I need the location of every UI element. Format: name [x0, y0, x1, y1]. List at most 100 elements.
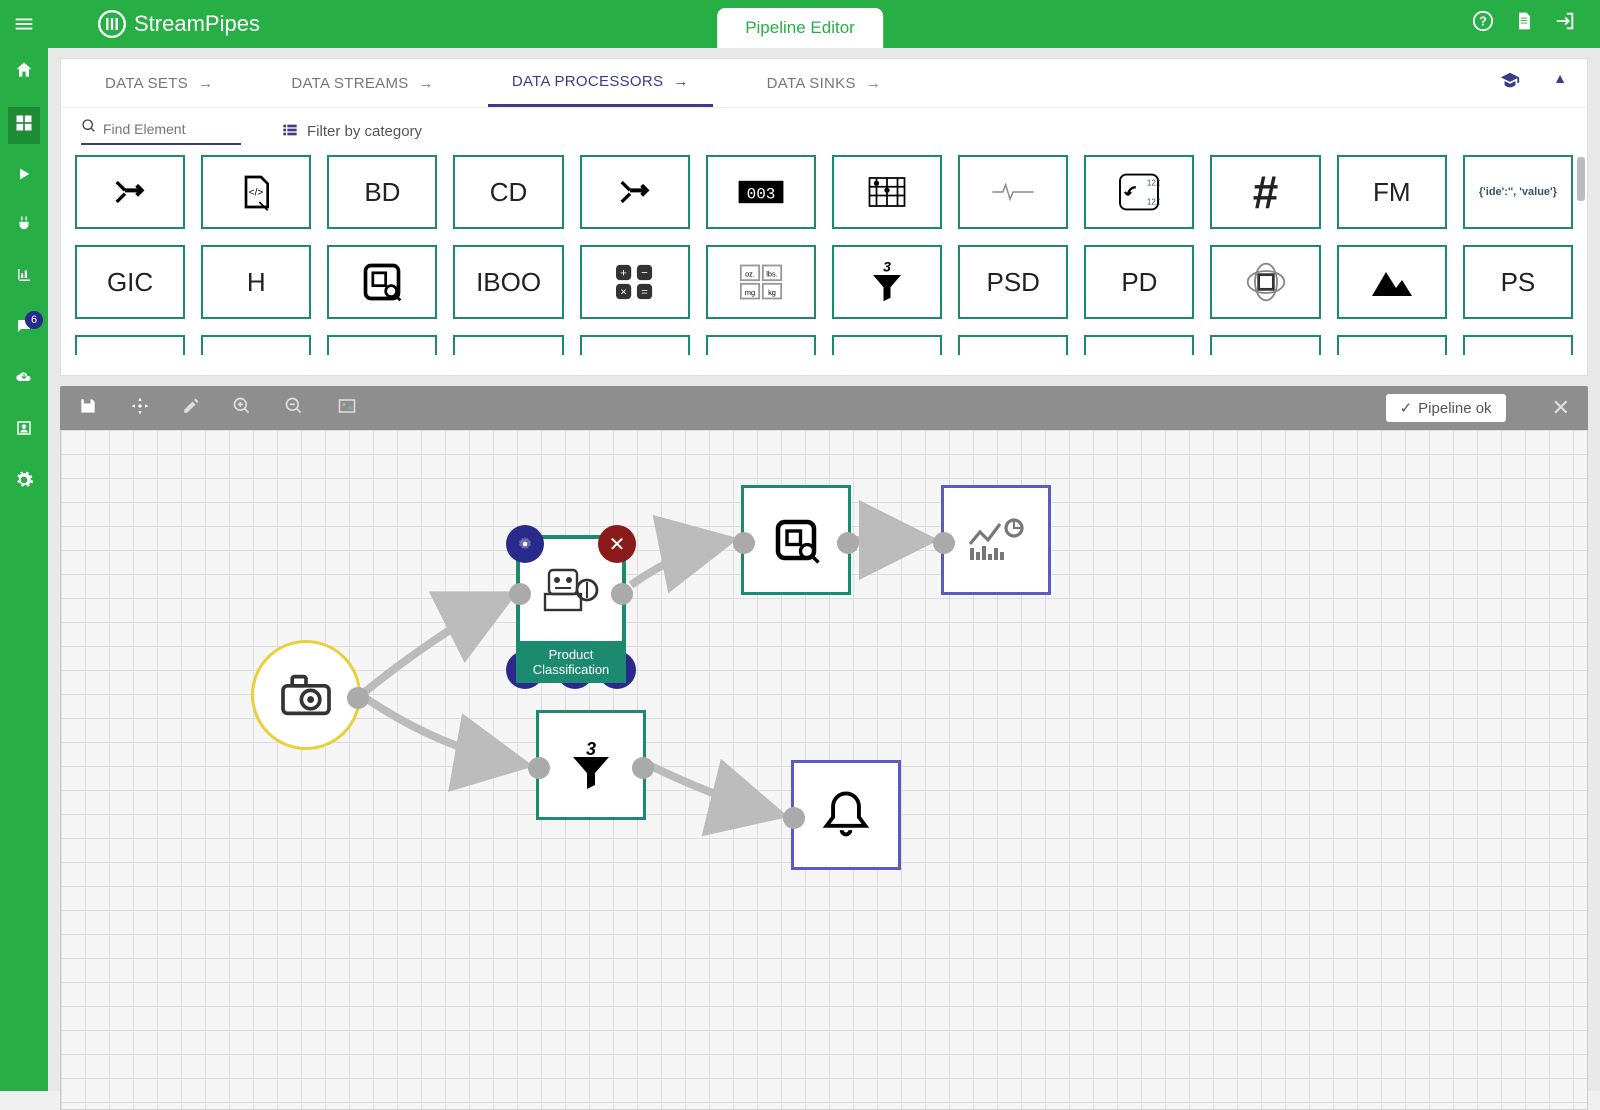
- app-logo: StreamPipes: [98, 10, 260, 38]
- element-tile[interactable]: [958, 335, 1068, 355]
- svg-text:mg: mg: [745, 288, 755, 297]
- element-tile[interactable]: [1210, 245, 1320, 319]
- output-port[interactable]: [347, 687, 369, 709]
- element-tile[interactable]: 003: [706, 155, 816, 229]
- auto-layout-button[interactable]: [130, 396, 150, 421]
- zoom-out-button[interactable]: [284, 396, 304, 421]
- element-tile[interactable]: [958, 155, 1068, 229]
- element-tile[interactable]: [832, 335, 942, 355]
- app-name: StreamPipes: [134, 11, 260, 37]
- svg-text:12.1: 12.1: [1147, 198, 1160, 207]
- input-port[interactable]: [509, 583, 531, 605]
- settings-icon[interactable]: [14, 470, 34, 495]
- element-tile[interactable]: </>: [201, 155, 311, 229]
- output-port[interactable]: [611, 583, 633, 605]
- element-tile[interactable]: {'ide':'', 'value'}: [1463, 155, 1573, 229]
- output-port[interactable]: [837, 532, 859, 554]
- element-tile[interactable]: [75, 335, 185, 355]
- output-port[interactable]: [632, 757, 654, 779]
- zoom-in-button[interactable]: [232, 396, 252, 421]
- svg-text:−: −: [641, 267, 648, 279]
- arrow-right-icon: →: [673, 73, 688, 90]
- tab-data-sinks[interactable]: DATA SINKS→: [743, 61, 905, 106]
- element-tile[interactable]: [1337, 335, 1447, 355]
- node-product-classification[interactable]: ✕ + ? Product Classification: [516, 535, 626, 645]
- element-tile[interactable]: [453, 335, 563, 355]
- input-port[interactable]: [528, 757, 550, 779]
- element-tile[interactable]: GIC: [75, 245, 185, 319]
- element-panel: DATA SETS→ DATA STREAMS→ DATA PROCESSORS…: [60, 58, 1588, 376]
- element-tile[interactable]: [327, 335, 437, 355]
- filter-category[interactable]: Filter by category: [281, 122, 422, 142]
- notification-badge: 6: [25, 311, 43, 329]
- node-notification-sink[interactable]: [791, 760, 901, 870]
- element-tile[interactable]: FM: [1337, 155, 1447, 229]
- element-tile[interactable]: #: [1210, 155, 1320, 229]
- status-pill: ✓Pipeline ok: [1386, 394, 1506, 422]
- arrow-right-icon: →: [866, 75, 881, 92]
- element-tile[interactable]: oz.lbs.mgkg: [706, 245, 816, 319]
- education-icon[interactable]: [1499, 70, 1521, 97]
- fit-button[interactable]: [336, 397, 358, 420]
- help-icon[interactable]: ?: [1472, 10, 1494, 38]
- search-input[interactable]: [103, 121, 241, 137]
- home-icon[interactable]: [14, 60, 34, 85]
- element-tile[interactable]: [1337, 245, 1447, 319]
- element-tile[interactable]: [201, 335, 311, 355]
- element-tile[interactable]: [706, 335, 816, 355]
- element-tile[interactable]: +−×=: [580, 245, 690, 319]
- edit-button[interactable]: [182, 397, 200, 420]
- element-tile[interactable]: PS: [1463, 245, 1573, 319]
- menu-toggle[interactable]: [0, 13, 48, 35]
- svg-text:+: +: [620, 267, 627, 279]
- arrow-right-icon: →: [419, 75, 434, 92]
- element-tile[interactable]: [75, 155, 185, 229]
- cloud-icon[interactable]: [14, 368, 34, 391]
- tab-data-processors[interactable]: DATA PROCESSORS→: [488, 59, 713, 107]
- node-image-crop[interactable]: [741, 485, 851, 595]
- node-camera-source[interactable]: [251, 640, 361, 750]
- close-button[interactable]: ✕: [1552, 395, 1570, 421]
- document-icon[interactable]: [1514, 10, 1534, 38]
- tab-data-sets[interactable]: DATA SETS→: [81, 61, 237, 106]
- search-box[interactable]: [81, 118, 241, 145]
- node-dashboard-sink[interactable]: [941, 485, 1051, 595]
- chart-icon[interactable]: [15, 266, 33, 289]
- input-port[interactable]: [783, 807, 805, 829]
- element-tile[interactable]: [580, 335, 690, 355]
- scrollbar[interactable]: [1577, 157, 1585, 201]
- play-icon[interactable]: [16, 166, 32, 187]
- element-tile[interactable]: [832, 155, 942, 229]
- element-tile[interactable]: [580, 155, 690, 229]
- element-tile[interactable]: 12.112.1: [1084, 155, 1194, 229]
- save-button[interactable]: [78, 396, 98, 421]
- logout-icon[interactable]: [1554, 10, 1576, 38]
- element-tile[interactable]: 3: [832, 245, 942, 319]
- element-tile[interactable]: [1210, 335, 1320, 355]
- element-tile[interactable]: CD: [453, 155, 563, 229]
- arrow-right-icon: →: [198, 75, 213, 92]
- element-tile[interactable]: H: [201, 245, 311, 319]
- message-icon[interactable]: 6: [15, 317, 33, 340]
- configure-button[interactable]: [506, 525, 544, 563]
- element-tile[interactable]: IBOO: [453, 245, 563, 319]
- element-tile[interactable]: [1463, 335, 1573, 355]
- filters-row: Filter by category: [61, 108, 1587, 151]
- delete-button[interactable]: ✕: [598, 525, 636, 563]
- topbar: StreamPipes Pipeline Editor ?: [0, 0, 1600, 48]
- element-tile[interactable]: [1084, 335, 1194, 355]
- pipeline-canvas[interactable]: ✕ + ? Product Classification 3: [60, 430, 1588, 1110]
- elements-grid: </>BDCD 003 12.112.1#FM{'ide':'', 'value'}…: [61, 151, 1587, 375]
- tab-data-streams[interactable]: DATA STREAMS→: [267, 61, 458, 106]
- input-port[interactable]: [733, 532, 755, 554]
- element-tile[interactable]: PSD: [958, 245, 1068, 319]
- element-tile[interactable]: PD: [1084, 245, 1194, 319]
- plug-icon[interactable]: [15, 215, 33, 238]
- input-port[interactable]: [933, 532, 955, 554]
- contact-icon[interactable]: [15, 419, 33, 442]
- element-tile[interactable]: [327, 245, 437, 319]
- node-numerical-filter[interactable]: 3: [536, 710, 646, 820]
- grid-icon[interactable]: [8, 107, 40, 144]
- chevron-up-icon[interactable]: ▲: [1553, 70, 1567, 97]
- element-tile[interactable]: BD: [327, 155, 437, 229]
